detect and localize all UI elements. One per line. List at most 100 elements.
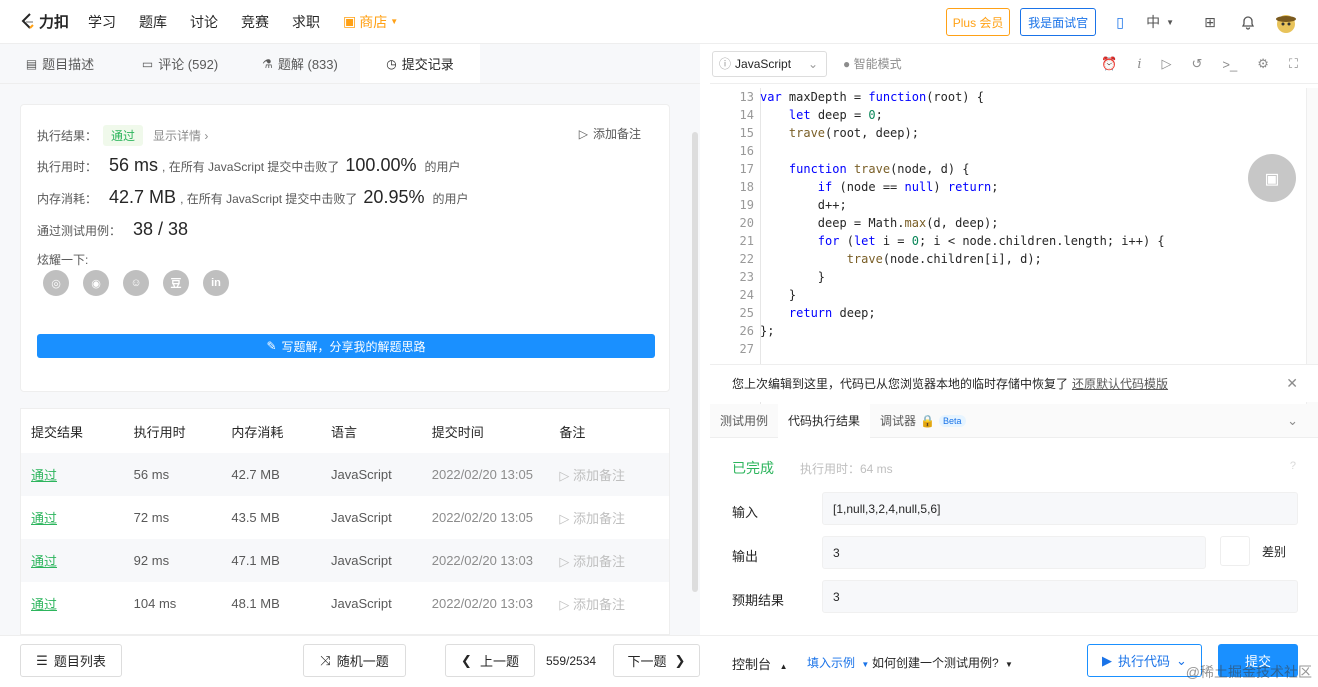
nav-learn[interactable]: 学习	[88, 12, 116, 32]
howto-testcase-link[interactable]: 如何创建一个测试用例? ▼	[872, 654, 1013, 671]
gear-icon[interactable]: ⚙	[1257, 56, 1269, 72]
next-button[interactable]: 下一题 ❯	[613, 644, 700, 677]
reset-icon[interactable]: ↺	[1192, 56, 1203, 72]
alarm-icon[interactable]: ⏰	[1101, 56, 1117, 72]
linkedin-icon[interactable]: in	[203, 270, 229, 296]
tab-solutions[interactable]: ⚗ 题解 (833)	[240, 44, 360, 83]
console-tabs: 测试用例 代码执行结果 调试器 🔒 Beta ⌄	[710, 403, 1318, 438]
tab-description[interactable]: ▤ 题目描述	[0, 44, 120, 83]
next-label: 下一题	[627, 654, 667, 669]
info-italic-icon[interactable]: i	[1137, 57, 1141, 72]
runtime-row: 执行用时： 56 ms , 在所有 JavaScript 提交中击败了 100.…	[37, 155, 460, 176]
code-editor[interactable]: 13 14 15 16 17 18 19 20 21 22 23 24 25 2…	[710, 88, 1306, 404]
tab-run-result[interactable]: 代码执行结果	[778, 403, 871, 438]
show-details-link[interactable]: 显示详情 ›	[153, 127, 208, 144]
memory-value: 42.7 MB	[109, 187, 177, 207]
bell-icon[interactable]	[1236, 10, 1260, 34]
editor-panel: ⓘ JavaScript ⌄ ● 智能模式 ⏰ i ▷ ↺ >_ ⚙ ⛶ 13 …	[710, 44, 1318, 635]
prev-button[interactable]: ❮ 上一题	[445, 644, 535, 677]
nav-contest[interactable]: 竞赛	[241, 12, 269, 32]
pencil-icon: ✎	[266, 339, 277, 353]
run-code-label: 执行代码	[1118, 654, 1171, 669]
terminal-icon[interactable]: >_	[1222, 57, 1237, 72]
add-note-cell[interactable]: ▷ 添加备注	[559, 465, 669, 484]
smart-mode[interactable]: ● 智能模式	[843, 55, 902, 72]
console-toggle[interactable]: 控制台 ▲	[732, 654, 788, 673]
restore-default-link[interactable]: 还原默认代码模版	[1072, 375, 1168, 392]
left-scrollbar[interactable]	[692, 132, 698, 592]
editor-toolbar: ⓘ JavaScript ⌄ ● 智能模式 ⏰ i ▷ ↺ >_ ⚙ ⛶	[710, 44, 1318, 84]
tab-submissions[interactable]: ◷ 提交记录	[360, 44, 480, 83]
language-switch[interactable]: 中 ▼	[1146, 12, 1174, 32]
play-icon[interactable]: ▷	[1162, 56, 1172, 72]
caret-down-icon: ▼	[1005, 660, 1013, 669]
status-row: 执行结果： 通过 显示详情 ›	[37, 125, 208, 146]
memory-cell: 42.7 MB	[231, 467, 280, 482]
line-number: 22	[739, 252, 754, 266]
nav-store-label: 商店	[359, 13, 388, 30]
runtime-label: 执行用时：	[37, 160, 98, 174]
weibo-icon[interactable]: ◉	[83, 270, 109, 296]
add-note-text: 添加备注	[572, 597, 625, 612]
left-panel: ▤ 题目描述 ▭ 评论 (592) ⚗ 题解 (833) ◷ 提交记录 执行结果： 通过…	[0, 44, 700, 635]
write-solution-button[interactable]: ✎ 写题解，分享我的解题思路	[37, 334, 655, 358]
close-icon[interactable]: ✕	[1286, 375, 1298, 392]
cases-value: 38 / 38	[133, 219, 189, 239]
fullscreen-icon[interactable]: ⛶	[1289, 56, 1298, 72]
result-link[interactable]: 通过	[21, 551, 134, 570]
editor-scrollbar[interactable]	[1306, 88, 1318, 404]
diff-checkbox[interactable]	[1220, 536, 1250, 566]
problem-tabs: ▤ 题目描述 ▭ 评论 (592) ⚗ 题解 (833) ◷ 提交记录	[0, 44, 700, 84]
add-note-cell[interactable]: ▷ 添加备注	[559, 508, 669, 527]
editor-icons: ⏰ i ▷ ↺ >_ ⚙ ⛶	[1081, 44, 1298, 84]
time-cell: 2022/02/20 13:03	[431, 553, 533, 568]
chevron-down-icon[interactable]: ⌄	[1287, 413, 1298, 429]
tab-label: 提交记录	[401, 57, 454, 72]
col-note: 备注	[559, 424, 586, 440]
code-playground-icon[interactable]: ⊞	[1198, 10, 1222, 34]
brand-logo[interactable]: 力扣	[20, 11, 76, 32]
nav-problems[interactable]: 题库	[139, 12, 167, 32]
nav-jobs[interactable]: 求职	[292, 12, 320, 32]
help-icon[interactable]: ?	[1290, 460, 1296, 472]
mobile-icon[interactable]: ▯	[1108, 10, 1132, 34]
add-note-cell[interactable]: ▷ 添加备注	[559, 594, 669, 613]
problem-list-button[interactable]: ☰ 题目列表	[20, 644, 122, 677]
tab-comments[interactable]: ▭ 评论 (592)	[120, 44, 240, 83]
shuffle-icon: ⤨	[320, 652, 331, 668]
language-cell: JavaScript	[331, 510, 392, 525]
language-value: JavaScript	[735, 56, 792, 71]
tab-debugger[interactable]: 调试器 🔒 Beta	[870, 404, 975, 438]
add-note-button[interactable]: ▷ 添加备注	[579, 125, 641, 142]
tab-testcase[interactable]: 测试用例	[710, 404, 778, 438]
language-select[interactable]: ⓘ JavaScript ⌄	[712, 50, 827, 77]
qq-icon[interactable]: ☺	[123, 270, 149, 296]
diff-toggle[interactable]: 差别	[1220, 536, 1286, 566]
result-link[interactable]: 通过	[21, 508, 134, 527]
line-number: 19	[739, 198, 754, 212]
nav-discuss[interactable]: 讨论	[190, 12, 218, 32]
memory-cell: 47.1 MB	[231, 553, 280, 568]
bottom-bar: ☰ 题目列表 ⤨ 随机一题 ❮ 上一题 559/2534 下一题 ❯ 控制台 ▲…	[0, 635, 1318, 687]
console-label: 控制台	[732, 657, 772, 672]
prev-label: 上一题	[479, 654, 519, 669]
notes-fab-icon[interactable]: ▣	[1248, 154, 1296, 202]
avatar[interactable]	[1274, 10, 1298, 34]
wechat-icon[interactable]: ◎	[43, 270, 69, 296]
line-number: 24	[739, 288, 754, 302]
result-link[interactable]: 通过	[21, 594, 134, 613]
add-note-cell[interactable]: ▷ 添加备注	[559, 551, 669, 570]
result-link[interactable]: 通过	[21, 465, 134, 484]
random-button[interactable]: ⤨ 随机一题	[303, 644, 406, 677]
run-code-button[interactable]: ▶ 执行代码 ⌄	[1087, 644, 1202, 677]
runtime-cell: 56 ms	[133, 467, 170, 482]
plus-member-button[interactable]: Plus 会员	[946, 8, 1011, 36]
write-solution-label: 写题解，分享我的解题思路	[281, 339, 426, 354]
interviewer-button[interactable]: 我是面试官	[1020, 8, 1097, 36]
fill-example-link[interactable]: 填入示例 ▼	[807, 654, 869, 671]
line-number: 23	[739, 270, 754, 284]
nav-store[interactable]: ▣ 商店 ▼	[343, 12, 398, 32]
runtime-percent: 100.00%	[345, 155, 417, 175]
douban-icon[interactable]: 豆	[163, 270, 189, 296]
main-nav: 学习 题库 讨论 竞赛 求职 ▣ 商店 ▼	[88, 12, 421, 32]
